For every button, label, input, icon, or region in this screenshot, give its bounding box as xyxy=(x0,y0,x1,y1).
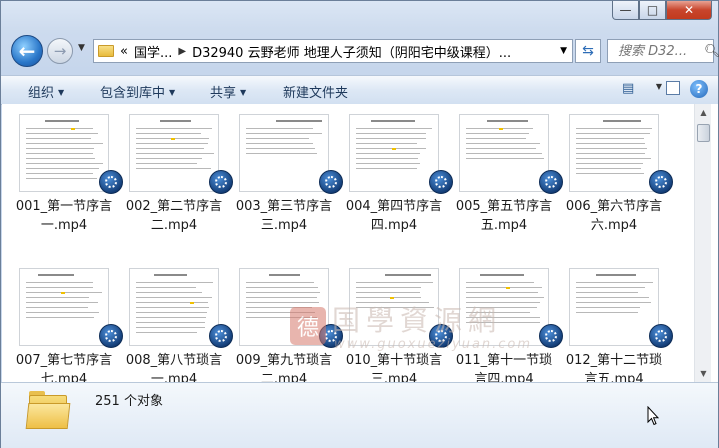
file-item[interactable]: 004_第四节序言四.mp4 xyxy=(335,110,453,250)
organize-label: 组织 xyxy=(28,86,55,101)
breadcrumb-separator-icon[interactable]: ▶ xyxy=(178,46,186,57)
address-dropdown-icon[interactable]: ▼ xyxy=(560,46,567,56)
vertical-scrollbar[interactable]: ▲ ▼ xyxy=(694,104,712,382)
video-thumbnail xyxy=(569,268,659,346)
file-item[interactable]: 005_第五节序言五.mp4 xyxy=(445,110,563,250)
breadcrumb-item[interactable]: D32940 云野老师 地理人子须知（阴阳宅中级课程）... xyxy=(192,42,511,61)
file-name: 004_第四节序言四.mp4 xyxy=(345,199,443,233)
file-item[interactable]: 002_第二节序言二.mp4 xyxy=(115,110,233,250)
caption-buttons: — □ ✕ xyxy=(612,1,712,20)
search-icon[interactable]: 🔍︎ xyxy=(704,44,719,59)
video-thumbnail xyxy=(129,114,219,192)
file-item[interactable]: 012_第十二节琐言五.mp4 xyxy=(555,264,673,382)
file-name: 010_第十节琐言三.mp4 xyxy=(345,353,443,382)
file-name: 011_第十一节琐言四.mp4 xyxy=(455,353,553,382)
file-item[interactable]: 001_第一节序言一.mp4 xyxy=(5,110,123,250)
file-name: 012_第十二节琐言五.mp4 xyxy=(565,353,663,382)
file-name: 008_第八节琐言一.mp4 xyxy=(125,353,223,382)
content-edge xyxy=(711,104,718,382)
share-button[interactable]: 共享 ▼ xyxy=(210,82,246,101)
chevron-down-icon: ▼ xyxy=(240,88,247,97)
navigation-bar: ← → ▼ « 国学... ▶ D32940 云野老师 地理人子须知（阴阳宅中级… xyxy=(9,35,719,69)
file-item[interactable]: 011_第十一节琐言四.mp4 xyxy=(445,264,563,382)
chevron-down-icon: ▼ xyxy=(58,88,65,97)
command-bar: 组织 ▼ 包含到库中 ▼ 共享 ▼ 新建文件夹 ▤ ▼ ? xyxy=(1,75,718,105)
share-label: 共享 xyxy=(210,86,237,101)
new-folder-label: 新建文件夹 xyxy=(283,86,349,101)
scroll-down-icon[interactable]: ▼ xyxy=(695,365,712,382)
maximize-button[interactable]: □ xyxy=(639,1,666,20)
file-item[interactable]: 006_第六节序言六.mp4 xyxy=(555,110,673,250)
breadcrumb-overflow[interactable]: « xyxy=(120,44,128,59)
object-count: 251 个对象 xyxy=(95,394,163,409)
chevron-down-icon: ▼ xyxy=(169,88,176,97)
change-view-icon[interactable]: ▤ xyxy=(622,81,644,97)
video-thumbnail xyxy=(239,268,329,346)
explorer-window: — □ ✕ ← → ▼ « 国学... ▶ D32940 云野老师 地理人子须知… xyxy=(0,0,719,448)
view-options-dropdown-icon[interactable]: ▼ xyxy=(656,82,662,91)
address-bar[interactable]: « 国学... ▶ D32940 云野老师 地理人子须知（阴阳宅中级课程）...… xyxy=(93,39,573,63)
file-name: 006_第六节序言六.mp4 xyxy=(565,199,663,233)
scroll-up-icon[interactable]: ▲ xyxy=(695,104,712,121)
include-in-library-label: 包含到库中 xyxy=(100,86,166,101)
file-name: 003_第三节序言三.mp4 xyxy=(235,199,333,233)
video-thumbnail xyxy=(349,114,439,192)
folder-icon xyxy=(98,45,114,57)
file-name: 005_第五节序言五.mp4 xyxy=(455,199,553,233)
file-name: 009_第九节琐言二.mp4 xyxy=(235,353,333,382)
video-thumbnail xyxy=(239,114,329,192)
refresh-icon[interactable]: ⇆ xyxy=(575,39,601,63)
mouse-cursor-icon xyxy=(647,406,659,426)
video-thumbnail xyxy=(569,114,659,192)
video-thumbnail xyxy=(19,268,109,346)
organize-button[interactable]: 组织 ▼ xyxy=(28,82,64,101)
new-folder-button[interactable]: 新建文件夹 xyxy=(283,82,348,101)
video-thumbnail xyxy=(129,268,219,346)
video-thumbnail xyxy=(19,114,109,192)
media-player-icon xyxy=(649,170,673,194)
search-input[interactable] xyxy=(608,42,700,60)
file-list[interactable]: 001_第一节序言一.mp4 002_第二节序言二.mp4 003_第三节序言三.m… xyxy=(2,104,694,382)
preview-pane-icon[interactable] xyxy=(666,81,680,95)
media-player-icon xyxy=(649,324,673,348)
video-thumbnail xyxy=(459,114,549,192)
file-item[interactable]: 010_第十节琐言三.mp4 xyxy=(335,264,453,382)
search-box[interactable]: 🔍︎ xyxy=(607,39,719,63)
file-item[interactable]: 008_第八节琐言一.mp4 xyxy=(115,264,233,382)
include-in-library-button[interactable]: 包含到库中 ▼ xyxy=(100,82,175,101)
help-icon[interactable]: ? xyxy=(690,80,708,98)
file-item[interactable]: 003_第三节序言三.mp4 xyxy=(225,110,343,250)
file-item[interactable]: 009_第九节琐言二.mp4 xyxy=(225,264,343,382)
file-name: 002_第二节序言二.mp4 xyxy=(125,199,223,233)
file-item[interactable]: 007_第七节序言七.mp4 xyxy=(5,264,123,382)
forward-arrow-icon[interactable]: → xyxy=(47,38,73,64)
details-pane: 251 个对象 xyxy=(1,382,718,448)
breadcrumb-item[interactable]: 国学... xyxy=(134,42,172,61)
recent-pages-dropdown-icon[interactable]: ▼ xyxy=(78,43,85,53)
video-thumbnail xyxy=(459,268,549,346)
scrollbar-thumb[interactable] xyxy=(697,124,710,142)
minimize-button[interactable]: — xyxy=(612,1,639,20)
back-arrow-icon[interactable]: ← xyxy=(11,35,43,67)
video-thumbnail xyxy=(349,268,439,346)
folder-icon xyxy=(25,391,71,429)
file-name: 007_第七节序言七.mp4 xyxy=(15,353,113,382)
file-name: 001_第一节序言一.mp4 xyxy=(15,199,113,233)
close-button[interactable]: ✕ xyxy=(666,1,712,20)
